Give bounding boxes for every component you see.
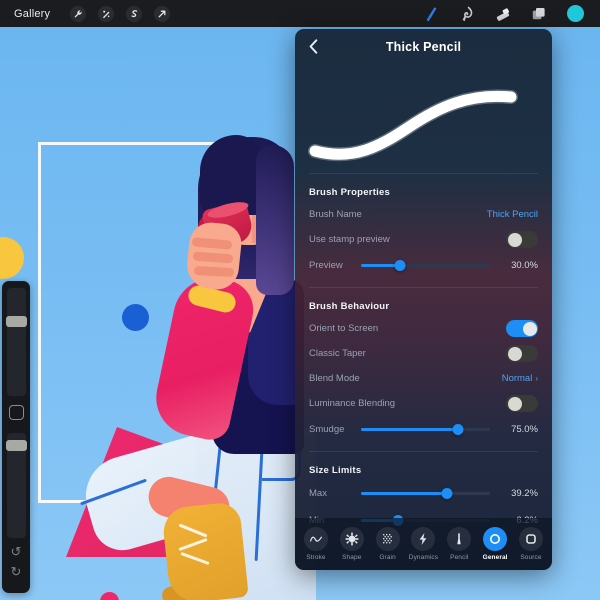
row-luminance-blending[interactable]: Luminance Blending [309, 391, 538, 416]
grain-texture-icon [375, 527, 400, 551]
undo-button[interactable]: ↺ [11, 545, 22, 558]
section-brush-properties: Brush Properties Brush Name Thick Pencil… [309, 174, 538, 279]
pink-circle-shape [100, 592, 119, 600]
eraser-icon[interactable] [495, 6, 511, 22]
tab-pencil[interactable]: Pencil [443, 527, 476, 561]
paint-brush-icon[interactable] [423, 6, 439, 22]
row-orient-to-screen[interactable]: Orient to Screen [309, 316, 538, 341]
brush-studio-panel: Thick Pencil Brush Properties Brush Name… [295, 29, 552, 570]
stroke-wave-icon [303, 527, 328, 551]
layers-icon[interactable] [531, 6, 547, 22]
brush-opacity-knob[interactable] [5, 440, 27, 451]
row-value: Thick Pencil [486, 209, 538, 220]
section-title: Size Limits [309, 465, 362, 476]
left-tool-sidebar: ↺ ↻ [2, 281, 30, 593]
section-title: Brush Behaviour [309, 301, 390, 312]
color-swatch-button[interactable] [567, 5, 584, 22]
blue-circle-shape [122, 304, 149, 331]
brush-size-knob[interactable] [5, 316, 27, 327]
yellow-circle-shape [0, 237, 24, 279]
row-label: Blend Mode [309, 373, 360, 384]
tab-dynamics[interactable]: Dynamics [407, 527, 440, 561]
row-label: Orient to Screen [309, 323, 379, 334]
orient-to-screen-toggle[interactable] [506, 320, 538, 337]
right-tool-group [423, 5, 584, 22]
panel-header: Thick Pencil [295, 29, 552, 65]
tab-label: Grain [379, 554, 396, 561]
row-max[interactable]: Max 39.2% [309, 480, 538, 507]
tab-label: Source [520, 554, 542, 561]
smudge-slider-value: 75.0% [511, 424, 538, 435]
back-chevron-icon[interactable] [306, 38, 320, 54]
preview-slider-track[interactable] [361, 260, 490, 271]
slider-label: Smudge [309, 424, 345, 435]
section-brush-behaviour: Brush Behaviour Orient to Screen Classic… [309, 288, 538, 443]
smudge-slider-track[interactable] [361, 424, 490, 435]
general-ring-icon [483, 527, 508, 551]
modify-square-button[interactable] [8, 405, 24, 420]
left-tool-group [70, 5, 171, 22]
tab-label: Pencil [450, 554, 469, 561]
classic-taper-toggle[interactable] [506, 345, 538, 362]
source-square-icon [518, 527, 543, 551]
panel-title: Thick Pencil [385, 40, 462, 54]
tab-grain[interactable]: Grain [371, 527, 404, 561]
hair-strand [256, 145, 294, 295]
actions-wrench-icon[interactable] [70, 5, 87, 22]
transform-arrow-icon[interactable] [154, 5, 171, 22]
pencil-icon [447, 527, 472, 551]
luminance-blending-toggle[interactable] [506, 395, 538, 412]
use-stamp-preview-toggle[interactable] [506, 231, 538, 248]
row-blend-mode[interactable]: Blend Mode Normal › [309, 366, 538, 391]
max-slider-value: 39.2% [511, 488, 538, 499]
chevron-right-icon: › [535, 374, 538, 383]
dynamics-bolt-icon [411, 527, 436, 551]
preview-slider-value: 30.0% [511, 260, 538, 271]
slider-label: Max [309, 488, 327, 499]
tab-stroke[interactable]: Stroke [299, 527, 332, 561]
tab-source[interactable]: Source [514, 527, 547, 561]
max-slider-track[interactable] [361, 488, 490, 499]
gallery-button[interactable]: Gallery [14, 8, 50, 20]
redo-button[interactable]: ↻ [11, 565, 22, 578]
row-smudge[interactable]: Smudge 75.0% [309, 416, 538, 443]
row-preview[interactable]: Preview 30.0% [309, 252, 538, 279]
tab-label: General [482, 554, 508, 561]
section-title: Brush Properties [309, 187, 391, 198]
row-label: Classic Taper [309, 348, 366, 359]
brush-studio-tabbar: Stroke Shape Grain Dynamics Pencil Gener… [295, 518, 552, 570]
tab-general[interactable]: General [479, 527, 512, 561]
brush-size-slider[interactable] [5, 288, 27, 396]
tab-shape[interactable]: Shape [335, 527, 368, 561]
procreate-app-window: Gallery ↺ ↻ Thick Pencil Brush Propertie… [0, 0, 600, 600]
row-label: Use stamp preview [309, 234, 390, 245]
selection-s-icon[interactable] [126, 5, 143, 22]
shape-burst-icon [339, 527, 364, 551]
adjustments-wand-icon[interactable] [98, 5, 115, 22]
row-label: Luminance Blending [309, 398, 396, 409]
slider-label: Preview [309, 260, 343, 271]
tab-label: Shape [342, 554, 362, 561]
brush-opacity-slider[interactable] [5, 433, 27, 538]
row-use-stamp-preview[interactable]: Use stamp preview [309, 227, 538, 252]
blend-mode-value: Normal [501, 373, 533, 384]
row-classic-taper[interactable]: Classic Taper [309, 341, 538, 366]
yellow-boot [161, 501, 249, 600]
tab-label: Dynamics [408, 554, 439, 561]
brush-stroke-preview [301, 65, 546, 165]
smudge-icon[interactable] [459, 6, 475, 22]
row-brush-name[interactable]: Brush Name Thick Pencil [309, 202, 538, 227]
row-label: Brush Name [309, 209, 362, 220]
tab-label: Stroke [306, 554, 326, 561]
top-toolbar: Gallery [0, 0, 600, 27]
